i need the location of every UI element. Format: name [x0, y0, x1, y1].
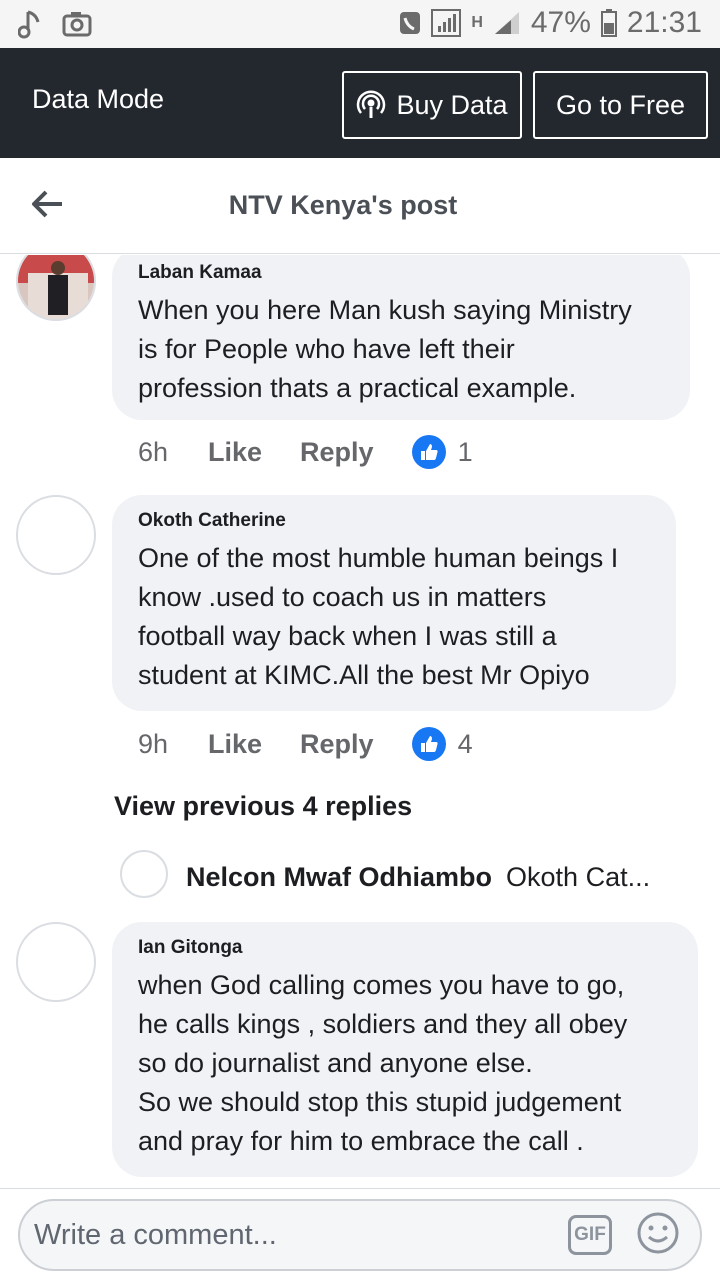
- comment-composer[interactable]: GIF: [18, 1199, 702, 1271]
- page-title: NTV Kenya's post: [228, 190, 458, 220]
- comment-time: 6h: [138, 436, 169, 467]
- avatar[interactable]: [16, 922, 96, 1002]
- comment-text: when God calling comes you have to go, h…: [138, 970, 628, 1156]
- buy-data-label: Buy Data: [396, 89, 508, 120]
- comment-bubble[interactable]: Okoth Catherine One of the most humble h…: [112, 495, 676, 711]
- like-button[interactable]: Like: [208, 437, 262, 468]
- clock: 21:31: [626, 6, 702, 39]
- reply-button[interactable]: Reply: [300, 437, 374, 468]
- battery-percent: 47%: [530, 6, 591, 39]
- emoji-icon[interactable]: [636, 1211, 680, 1255]
- broadcast-icon: [357, 90, 386, 118]
- reply-snippet: Okoth Cat...: [506, 862, 651, 892]
- reply-avatar[interactable]: [120, 850, 168, 898]
- reaction-count[interactable]: 1: [458, 437, 473, 468]
- post-header: NTV Kenya's post: [0, 158, 720, 254]
- comment-bubble[interactable]: Laban Kamaa When you here Man kush sayin…: [112, 255, 690, 420]
- comment-time: 9h: [138, 728, 169, 759]
- comment-text: When you here Man kush saying Ministry i…: [138, 295, 632, 403]
- cell-signal-icon: [494, 12, 519, 34]
- phone-call-icon: [400, 12, 421, 34]
- comment-composer-bar: GIF: [0, 1188, 720, 1280]
- comment-author[interactable]: Okoth Catherine: [138, 509, 650, 533]
- comment-bubble[interactable]: Ian Gitonga when God calling comes you h…: [112, 922, 698, 1177]
- comment-text: One of the most humble human beings I kn…: [138, 543, 619, 690]
- comment-author[interactable]: Laban Kamaa: [138, 261, 664, 285]
- data-mode-label: Data Mode: [32, 84, 165, 114]
- go-to-free-button[interactable]: Go to Free: [533, 71, 708, 139]
- like-reaction-icon[interactable]: [411, 727, 446, 761]
- reply-preview-row[interactable]: Nelcon Mwaf Odhiambo Okoth Cat...: [186, 862, 650, 893]
- comments-feed[interactable]: Laban Kamaa When you here Man kush sayin…: [0, 255, 720, 1188]
- comment-actions: 6h Like Reply 1: [138, 432, 473, 472]
- profile-photo: [18, 255, 94, 319]
- camera-icon: [62, 12, 92, 37]
- gif-button[interactable]: GIF: [568, 1215, 612, 1255]
- music-note-icon: [18, 10, 40, 39]
- avatar[interactable]: [16, 255, 96, 321]
- avatar[interactable]: [16, 495, 96, 575]
- like-button[interactable]: Like: [208, 729, 262, 760]
- reply-button[interactable]: Reply: [300, 729, 374, 760]
- buy-data-button[interactable]: Buy Data: [342, 71, 522, 139]
- signal-boxed-icon: [431, 9, 462, 37]
- data-mode-bar: Data Mode Buy Data Go to Free: [0, 48, 720, 158]
- reply-author[interactable]: Nelcon Mwaf Odhiambo: [186, 862, 492, 892]
- view-previous-replies-link[interactable]: View previous 4 replies: [114, 791, 412, 822]
- battery-icon: [600, 9, 617, 37]
- reaction-count[interactable]: 4: [458, 729, 473, 760]
- like-reaction-icon[interactable]: [411, 435, 446, 469]
- comment-actions: 9h Like Reply 4: [138, 724, 473, 764]
- comment-input[interactable]: [34, 1211, 554, 1259]
- network-type-label: H: [471, 14, 483, 31]
- comment-author[interactable]: Ian Gitonga: [138, 936, 672, 960]
- status-bar: H 47% 21:31: [0, 0, 720, 48]
- go-to-free-label: Go to Free: [555, 89, 686, 120]
